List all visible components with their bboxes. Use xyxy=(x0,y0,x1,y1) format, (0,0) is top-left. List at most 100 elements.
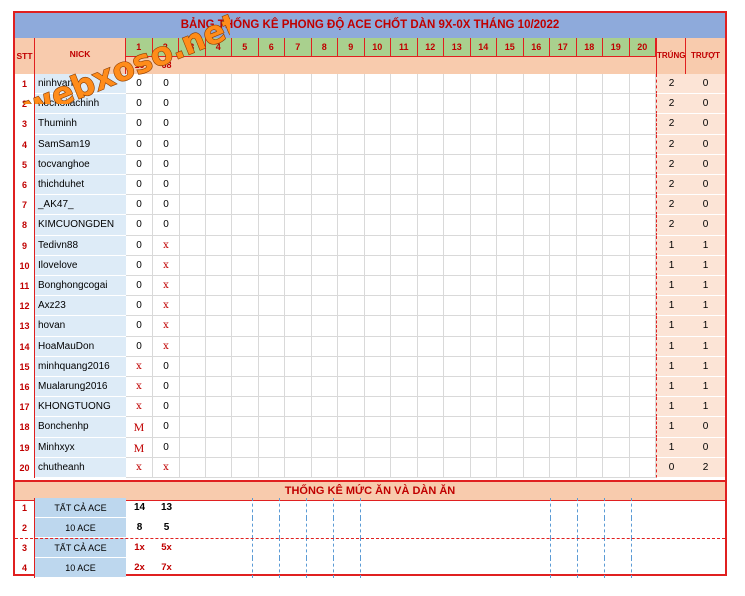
empty-day-cell xyxy=(364,356,391,377)
empty-day-cell xyxy=(364,397,391,418)
summary-value-1: 8 xyxy=(136,522,143,533)
empty-day-cell xyxy=(497,417,524,438)
member-nick: Mualarung2016 xyxy=(35,377,126,398)
empty-day-cell xyxy=(258,74,285,95)
summary-grid-line xyxy=(279,538,280,558)
empty-day-cell xyxy=(550,296,577,317)
empty-day-cell xyxy=(338,74,365,95)
day-2-result: 0 xyxy=(153,134,180,155)
empty-day-cell xyxy=(338,154,365,175)
empty-day-cell xyxy=(629,74,656,95)
empty-day-cell xyxy=(205,417,232,438)
empty-day-cell xyxy=(444,255,471,276)
trung-count: 2 xyxy=(656,94,686,115)
empty-day-cell xyxy=(338,276,365,297)
empty-day-cell xyxy=(417,114,444,135)
empty-day-cell xyxy=(470,457,497,478)
empty-day-cell xyxy=(603,134,630,155)
row-number: 8 xyxy=(15,215,35,236)
empty-day-cell xyxy=(364,417,391,438)
row-number: 17 xyxy=(15,397,35,418)
member-nick: hochoilachinh xyxy=(35,94,126,115)
empty-day-cell xyxy=(444,195,471,216)
trung-count: 1 xyxy=(656,235,686,256)
header-truot: TRƯỢT xyxy=(686,38,725,74)
empty-day-cell xyxy=(338,175,365,196)
empty-day-cell xyxy=(417,397,444,418)
empty-day-cell xyxy=(179,154,206,175)
empty-day-cell xyxy=(232,215,259,236)
summary-label: TẤT CẢ ACE xyxy=(35,498,126,518)
empty-day-cell xyxy=(629,175,656,196)
empty-day-cell xyxy=(576,417,603,438)
day-1-result: 0 xyxy=(126,94,153,115)
truot-count: 0 xyxy=(686,437,725,458)
empty-day-cell xyxy=(497,255,524,276)
empty-day-cell xyxy=(391,134,418,155)
summary-row: 2 10 ACE 8 5 xyxy=(15,518,725,538)
member-nick: KHONGTUONG xyxy=(35,397,126,418)
summary-grid-line xyxy=(333,498,334,518)
empty-day-cell xyxy=(391,74,418,95)
empty-day-cell xyxy=(523,195,550,216)
empty-day-cell xyxy=(417,276,444,297)
empty-day-cell xyxy=(338,437,365,458)
empty-day-cell xyxy=(285,134,312,155)
empty-day-cell xyxy=(417,356,444,377)
day-header-4: 4 xyxy=(206,38,232,56)
empty-day-cell xyxy=(258,175,285,196)
empty-day-cell xyxy=(550,114,577,135)
summary-grid-line xyxy=(252,558,253,578)
day-2-result: x xyxy=(153,316,180,337)
empty-day-cell xyxy=(629,134,656,155)
empty-day-cell xyxy=(523,154,550,175)
trung-count: 1 xyxy=(656,417,686,438)
empty-day-cell xyxy=(232,134,259,155)
truot-count: 0 xyxy=(686,134,725,155)
empty-day-cell xyxy=(232,235,259,256)
empty-day-cell xyxy=(311,195,338,216)
empty-day-cell xyxy=(285,74,312,95)
day-header-2: 2 xyxy=(153,38,179,56)
empty-day-cell xyxy=(205,114,232,135)
row-number: 20 xyxy=(15,457,35,478)
empty-day-cell xyxy=(523,417,550,438)
summary-grid-line xyxy=(333,558,334,578)
empty-day-cell xyxy=(364,276,391,297)
trung-count: 1 xyxy=(656,336,686,357)
member-nick: SamSam19 xyxy=(35,134,126,155)
empty-day-cell xyxy=(444,215,471,236)
summary-grid-line xyxy=(631,498,632,518)
empty-day-cell xyxy=(629,255,656,276)
day-header-18: 18 xyxy=(577,38,603,56)
empty-day-cell xyxy=(391,336,418,357)
empty-day-cell xyxy=(285,114,312,135)
empty-day-cell xyxy=(338,316,365,337)
summary-value-2: 5 xyxy=(163,522,170,533)
empty-day-cell xyxy=(311,316,338,337)
empty-day-cell xyxy=(285,316,312,337)
empty-day-cell xyxy=(497,397,524,418)
day-1-result: 0 xyxy=(126,215,153,236)
empty-day-cell xyxy=(576,397,603,418)
empty-day-cell xyxy=(523,377,550,398)
empty-day-cell xyxy=(444,356,471,377)
empty-day-cell xyxy=(364,195,391,216)
empty-day-cell xyxy=(311,255,338,276)
empty-day-cell xyxy=(576,255,603,276)
day-1-result: 0 xyxy=(126,336,153,357)
table-row: 8 KIMCUONGDEN 0 0 2 0 xyxy=(15,215,725,236)
empty-day-cell xyxy=(576,235,603,256)
empty-day-cell xyxy=(311,397,338,418)
empty-day-cell xyxy=(603,175,630,196)
summary-grid-line xyxy=(604,538,605,558)
row-number: 11 xyxy=(15,276,35,297)
summary-grid-line xyxy=(279,498,280,518)
empty-day-cell xyxy=(179,195,206,216)
day-2-result: x xyxy=(153,457,180,478)
empty-day-cell xyxy=(629,397,656,418)
empty-day-cell xyxy=(417,437,444,458)
trung-count: 1 xyxy=(656,437,686,458)
empty-day-cell xyxy=(311,94,338,115)
empty-day-cell xyxy=(629,356,656,377)
